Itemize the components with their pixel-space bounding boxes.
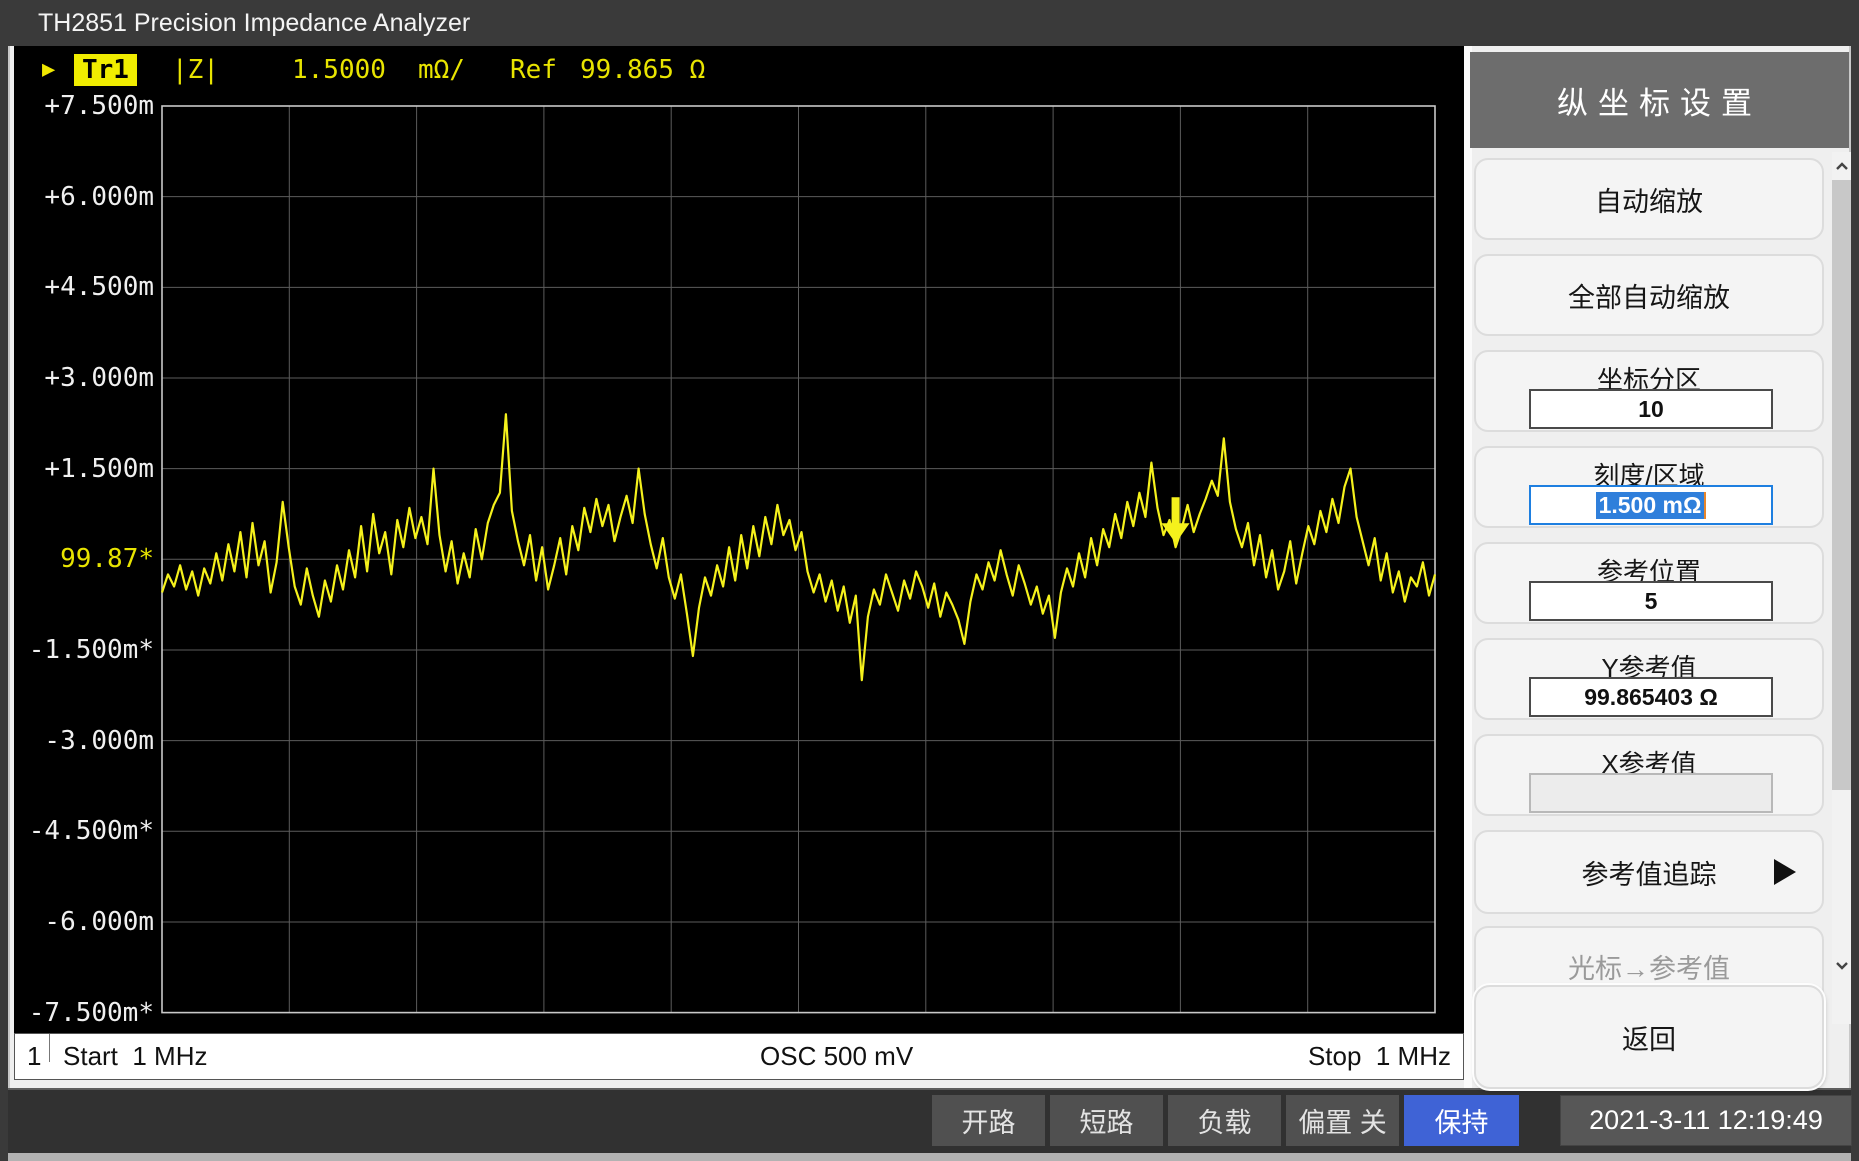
y-axis-label: -3.000m xyxy=(14,728,154,754)
scroll-up-button[interactable] xyxy=(1832,154,1851,180)
y-axis-label: 99.87* xyxy=(14,546,154,572)
y-axis-label: -4.500m* xyxy=(14,818,154,844)
y-ref-value-input[interactable]: 99.865403 Ω xyxy=(1529,677,1773,717)
marker-number: 1 xyxy=(27,1034,41,1079)
divisions-input[interactable]: 10 xyxy=(1529,389,1773,429)
ref-track-label: 参考值追踪 xyxy=(1582,853,1717,892)
x-ref-value-input[interactable] xyxy=(1529,773,1773,813)
back-button[interactable]: 返回 xyxy=(1474,985,1824,1089)
y-axis-label: -7.500m* xyxy=(14,1000,154,1026)
marker-number-divider xyxy=(49,1034,50,1062)
ref-position-group: 参考位置 5 xyxy=(1474,542,1824,624)
start-frequency-label: Start 1 MHz xyxy=(63,1034,207,1079)
autoscale-button[interactable]: 自动缩放 xyxy=(1474,158,1824,240)
graticule-and-trace xyxy=(14,46,1464,1033)
trace-legend: ▶ Tr1 |Z| 1.5000 mΩ/ Ref 99.865 Ω xyxy=(14,54,1464,88)
x-ref-value-group: X参考值 xyxy=(1474,734,1824,816)
window-bottom-edge xyxy=(8,1153,1851,1161)
statusbar-button-5[interactable]: 保持 xyxy=(1404,1095,1519,1146)
chevron-up-icon xyxy=(1835,160,1849,174)
y-axis-label: +3.000m xyxy=(14,365,154,391)
statusbar-button-3[interactable]: 负载 xyxy=(1168,1095,1281,1146)
scale-per-div-input[interactable]: 1.500 mΩ xyxy=(1529,485,1773,525)
window-title: TH2851 Precision Impedance Analyzer xyxy=(38,0,470,46)
trace-scale-unit: mΩ/ xyxy=(418,54,465,86)
scroll-down-button[interactable] xyxy=(1832,952,1851,978)
osc-level-label: OSC 500 mV xyxy=(760,1034,913,1079)
statusbar-button-4[interactable]: 偏置 关 xyxy=(1286,1095,1399,1146)
trace-id-chip[interactable]: Tr1 xyxy=(74,54,137,86)
submenu-arrow-icon xyxy=(1774,859,1796,885)
divisions-group: 坐标分区 10 xyxy=(1474,350,1824,432)
instrument-window: TH2851 Precision Impedance Analyzer ▶ Tr… xyxy=(0,0,1859,1161)
x-axis-strip: 1 Start 1 MHz OSC 500 mV Stop 1 MHz xyxy=(14,1033,1464,1080)
plot-area: ▶ Tr1 |Z| 1.5000 mΩ/ Ref 99.865 Ω +7.500… xyxy=(14,46,1464,1033)
panel-title: 纵坐标设置 xyxy=(1470,52,1849,148)
y-axis-label: +6.000m xyxy=(14,184,154,210)
trace-ref-label: Ref xyxy=(510,54,557,86)
active-trace-arrow-icon: ▶ xyxy=(42,54,55,86)
marker-1-down-arrow-icon[interactable] xyxy=(1162,497,1190,543)
ref-track-button[interactable]: 参考值追踪 xyxy=(1474,830,1824,914)
content-area: ▶ Tr1 |Z| 1.5000 mΩ/ Ref 99.865 Ω +7.500… xyxy=(8,46,1851,1153)
y-axis-label: -1.500m* xyxy=(14,637,154,663)
ref-position-input[interactable]: 5 xyxy=(1529,581,1773,621)
y-axis-label: -6.000m xyxy=(14,909,154,935)
trace-parameter: |Z| xyxy=(172,54,219,86)
y-ref-value-group: Y参考值 99.865403 Ω xyxy=(1474,638,1824,720)
panel-scrollbar-thumb[interactable] xyxy=(1832,180,1851,790)
y-axis-label: +7.500m xyxy=(14,93,154,119)
selected-text: 1.500 mΩ xyxy=(1596,492,1707,519)
trace-ref-value: 99.865 Ω xyxy=(580,54,705,86)
statusbar-button-1[interactable]: 开路 xyxy=(932,1095,1045,1146)
scale-per-div-group: 刻度/区域 1.500 mΩ xyxy=(1474,446,1824,528)
trace-scale-value: 1.5000 xyxy=(292,54,386,86)
panel-divider xyxy=(1464,46,1472,1088)
stop-frequency-label: Stop 1 MHz xyxy=(1308,1034,1451,1079)
statusbar-button-2[interactable]: 短路 xyxy=(1050,1095,1163,1146)
datetime-display: 2021-3-11 12:19:49 xyxy=(1560,1095,1852,1146)
y-axis-label: +4.500m xyxy=(14,274,154,300)
status-bar: 开路短路负载偏置 关保持 2021-3-11 12:19:49 xyxy=(8,1088,1851,1153)
autoscale-all-button[interactable]: 全部自动缩放 xyxy=(1474,254,1824,336)
y-axis-label: +1.500m xyxy=(14,456,154,482)
title-bar: TH2851 Precision Impedance Analyzer xyxy=(0,0,1859,46)
chevron-down-icon xyxy=(1835,958,1849,972)
